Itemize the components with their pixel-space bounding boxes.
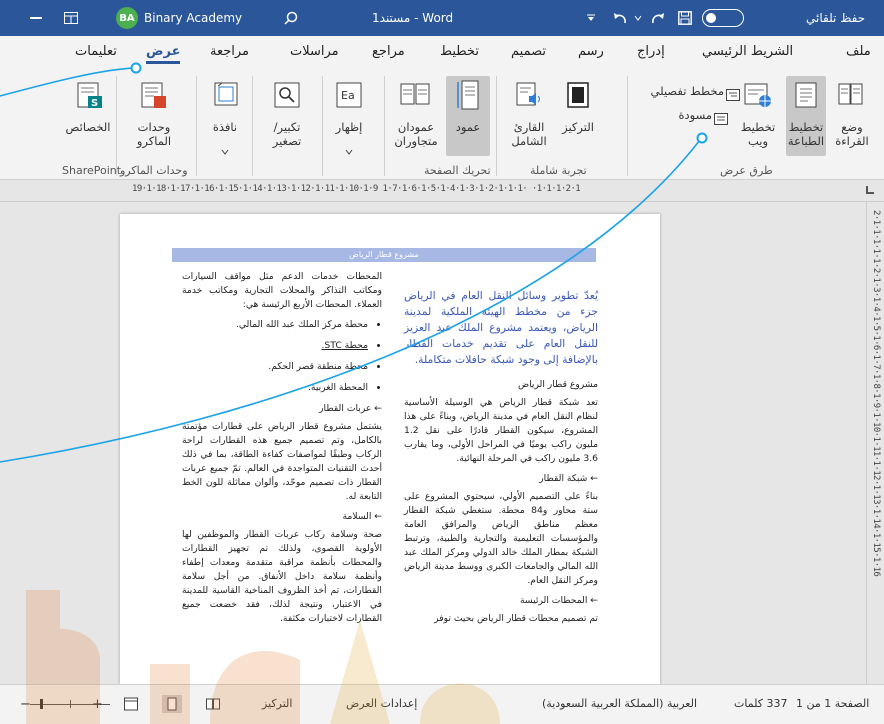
word-window: BA Binary Academy مستند1 - Word حفظ تلقا… [0,0,884,724]
callout-line-print-layout [0,139,701,463]
annotation-overlay [0,62,708,463]
callout-dot-print-layout [696,132,708,144]
callout-dot-view-tab [130,62,142,74]
callout-line-view-tab [0,67,135,97]
